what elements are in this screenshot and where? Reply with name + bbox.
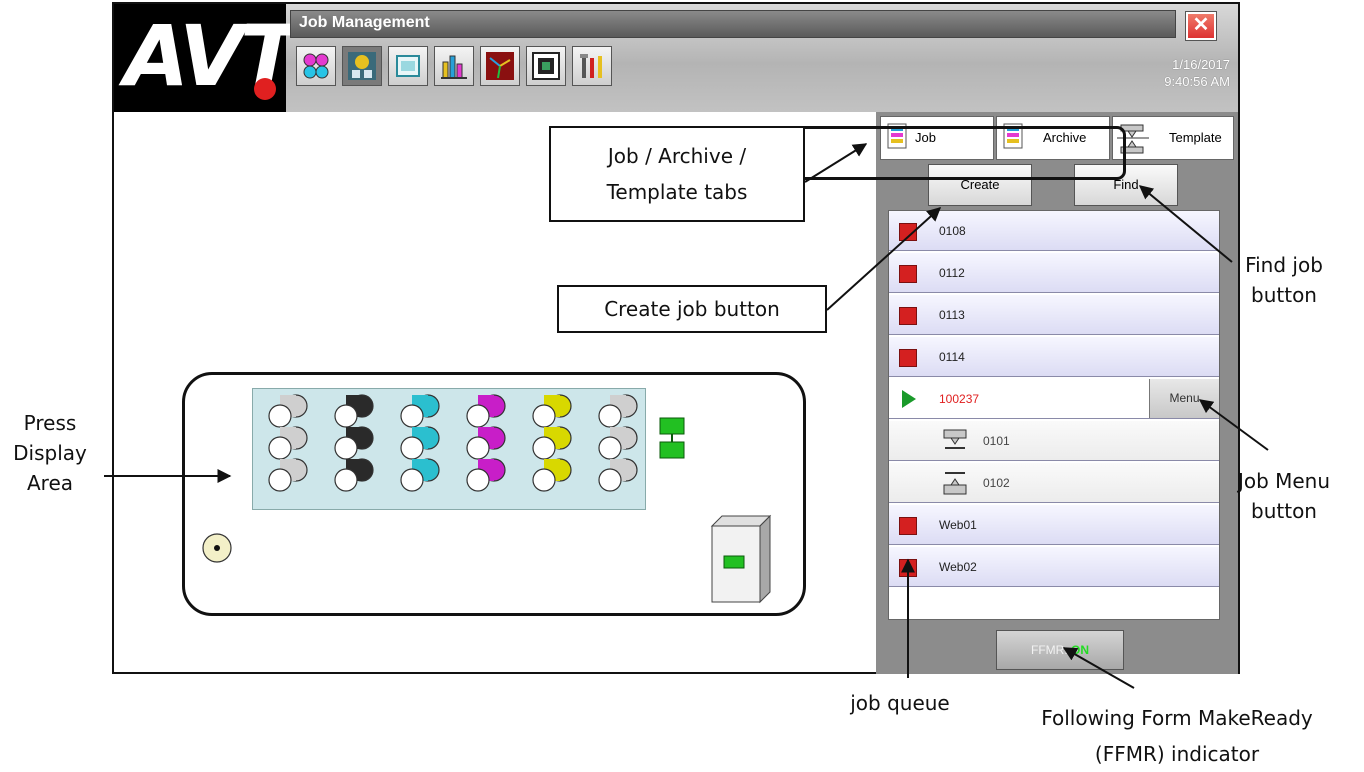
callout-press-line1: Press xyxy=(23,411,77,435)
callout-menu-line1: Job Menu xyxy=(1237,469,1331,493)
plate-cylinder xyxy=(268,436,292,460)
plate-cylinder xyxy=(466,436,490,460)
plate-cylinder xyxy=(466,468,490,492)
paper-roll-icon xyxy=(202,533,232,563)
plate-cylinder xyxy=(532,404,556,428)
callout-create: Create job button xyxy=(557,285,827,333)
plate-cylinder xyxy=(532,436,556,460)
plate-cylinder xyxy=(334,468,358,492)
callout-find-line2: button xyxy=(1251,283,1317,307)
plate-cylinder xyxy=(598,404,622,428)
plate-cylinder xyxy=(334,404,358,428)
callout-ffmr: Following Form MakeReady (FFMR) indicato… xyxy=(990,700,1364,772)
callout-menu: Job Menu button xyxy=(1204,466,1364,526)
print-unit xyxy=(532,394,572,492)
callout-ffmr-line2: (FFMR) indicator xyxy=(1094,742,1260,766)
callout-find: Find job button xyxy=(1204,250,1364,310)
plate-cylinder xyxy=(532,468,556,492)
plate-cylinder xyxy=(598,468,622,492)
print-unit xyxy=(466,394,506,492)
plate-cylinder xyxy=(598,436,622,460)
inspection-unit-icon xyxy=(659,417,685,459)
print-unit xyxy=(268,394,308,492)
delivery-cabinet-icon xyxy=(710,514,772,604)
callout-find-line1: Find job xyxy=(1245,253,1323,277)
callout-queue: job queue xyxy=(850,691,950,715)
print-unit xyxy=(334,394,374,492)
callout-press-line2: Display xyxy=(13,441,87,465)
print-unit xyxy=(598,394,638,492)
print-unit xyxy=(400,394,440,492)
plate-cylinder xyxy=(400,404,424,428)
plate-cylinder xyxy=(268,468,292,492)
plate-cylinder xyxy=(466,404,490,428)
callout-press-line3: Area xyxy=(26,471,74,495)
plate-cylinder xyxy=(400,436,424,460)
plate-cylinder xyxy=(334,436,358,460)
callout-tabs: Job / Archive / Template tabs xyxy=(549,126,805,222)
callout-press: Press Display Area xyxy=(0,408,100,498)
plate-cylinder xyxy=(400,468,424,492)
callout-tabs-line2: Template tabs xyxy=(606,180,748,204)
callout-tabs-line1: Job / Archive / xyxy=(607,144,747,168)
callout-ffmr-line1: Following Form MakeReady xyxy=(1041,706,1313,730)
plate-cylinder xyxy=(268,404,292,428)
callout-menu-line2: button xyxy=(1251,499,1317,523)
press-diagram xyxy=(202,394,772,604)
